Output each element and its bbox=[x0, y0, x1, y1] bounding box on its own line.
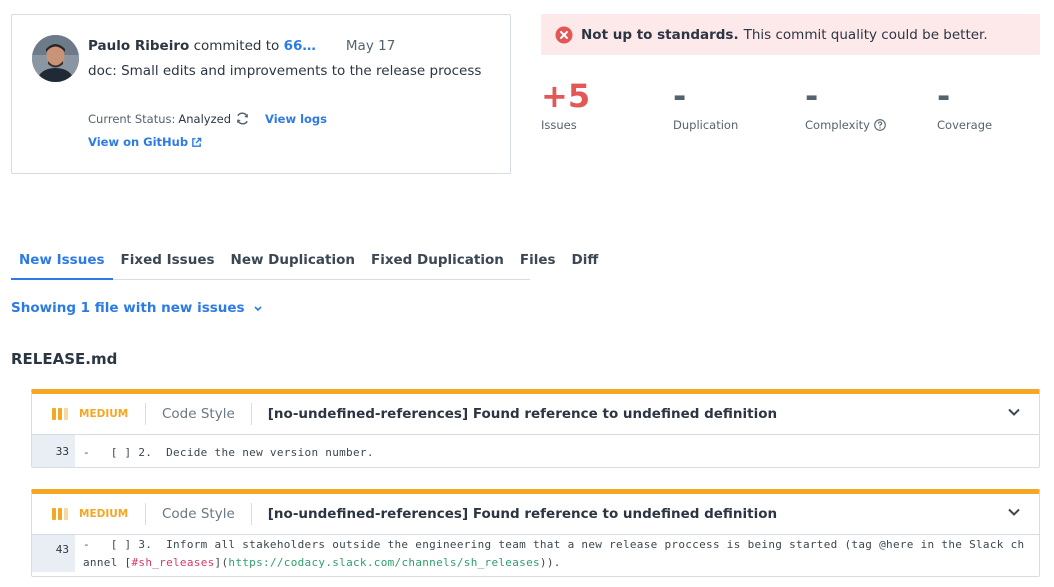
issue-category: Code Style bbox=[162, 406, 235, 422]
metric-duplication-label: Duplication bbox=[673, 118, 739, 132]
chevron-down-icon[interactable] bbox=[1007, 507, 1021, 517]
commit-verb: commited to bbox=[193, 38, 280, 54]
metric-issues-value: +5 bbox=[541, 77, 591, 115]
code-url: https://codacy.slack.com/channels/sh_rel… bbox=[228, 556, 540, 569]
showing-files-dropdown[interactable]: Showing 1 file with new issues bbox=[11, 300, 263, 316]
commit-card: Paulo Ribeiro commited to 663… May 17 do… bbox=[11, 14, 511, 174]
code-snippet: - [ ] 2. Decide the new version number. bbox=[83, 446, 374, 459]
alert-title: Not up to standards. bbox=[581, 26, 739, 43]
metric-complexity-label: Complexity bbox=[805, 118, 870, 132]
metric-coverage-label: Coverage bbox=[937, 118, 993, 132]
commit-header: Paulo Ribeiro commited to 663… May 17 bbox=[88, 37, 395, 55]
issue-header[interactable]: MEDIUM Code Style [no-undefined-referenc… bbox=[32, 494, 1039, 535]
issue-category: Code Style bbox=[162, 506, 235, 522]
metric-duplication-value: - bbox=[673, 77, 687, 115]
line-number: 43 bbox=[32, 535, 75, 572]
commit-sha-link[interactable]: 663… bbox=[284, 37, 324, 55]
view-on-github-link[interactable]: View on GitHub bbox=[88, 135, 202, 149]
code-line: 33 - [ ] 2. Decide the new version numbe… bbox=[32, 435, 1039, 467]
status-label: Current Status: bbox=[88, 111, 176, 126]
line-number: 33 bbox=[32, 435, 75, 467]
metric-issues-label: Issues bbox=[541, 118, 577, 132]
file-name: RELEASE.md bbox=[11, 350, 118, 368]
showing-files-label: Showing 1 file with new issues bbox=[11, 300, 245, 316]
status-value: Analyzed bbox=[178, 111, 231, 126]
severity-medium-icon bbox=[52, 408, 69, 420]
refresh-icon[interactable] bbox=[235, 111, 250, 126]
commit-status: Current Status: Analyzed View logs bbox=[88, 111, 327, 126]
metric-issues[interactable]: +5 Issues bbox=[541, 78, 671, 132]
issue-tabs: New Issues Fixed Issues New Duplication … bbox=[11, 249, 598, 280]
issue-card: MEDIUM Code Style [no-undefined-referenc… bbox=[31, 489, 1040, 577]
view-logs-link[interactable]: View logs bbox=[265, 112, 327, 126]
code-text: )). bbox=[539, 556, 561, 569]
tab-fixed-issues[interactable]: Fixed Issues bbox=[113, 249, 223, 280]
metric-complexity: - Complexity bbox=[805, 78, 935, 132]
tab-diff[interactable]: Diff bbox=[564, 249, 607, 280]
severity-label: MEDIUM bbox=[79, 408, 129, 420]
severity-medium-icon bbox=[52, 508, 69, 520]
error-icon bbox=[555, 26, 573, 43]
metric-coverage-value: - bbox=[937, 77, 951, 115]
help-icon[interactable] bbox=[874, 119, 886, 131]
code-snippet: - [ ] 3. Inform all stakeholders outside… bbox=[75, 535, 1039, 572]
alert-text: This commit quality could be better. bbox=[743, 26, 988, 43]
avatar-image bbox=[32, 35, 79, 82]
code-link-text: #sh_releases bbox=[131, 556, 215, 569]
avatar[interactable] bbox=[32, 35, 79, 82]
metric-coverage: - Coverage bbox=[937, 78, 1054, 132]
issue-header[interactable]: MEDIUM Code Style [no-undefined-referenc… bbox=[32, 394, 1039, 435]
quality-alert: Not up to standards. This commit quality… bbox=[541, 14, 1040, 55]
tab-fixed-duplication[interactable]: Fixed Duplication bbox=[363, 249, 512, 280]
commit-message: doc: Small edits and improvements to the… bbox=[88, 63, 482, 79]
metric-complexity-label-row: Complexity bbox=[805, 118, 935, 132]
commit-author[interactable]: Paulo Ribeiro bbox=[88, 38, 189, 54]
view-on-github-label: View on GitHub bbox=[88, 135, 189, 149]
tab-new-duplication[interactable]: New Duplication bbox=[223, 249, 363, 280]
severity-label: MEDIUM bbox=[79, 508, 129, 520]
commit-date: May 17 bbox=[345, 38, 396, 54]
code-text: ]( bbox=[214, 556, 229, 569]
metric-complexity-value: - bbox=[805, 77, 819, 115]
tab-new-issues[interactable]: New Issues bbox=[11, 249, 113, 280]
chevron-down-icon[interactable] bbox=[1007, 407, 1021, 417]
issue-message: [no-undefined-references] Found referenc… bbox=[267, 406, 778, 422]
tab-files[interactable]: Files bbox=[512, 249, 564, 280]
metric-duplication: - Duplication bbox=[673, 78, 803, 132]
code-line: 43 - [ ] 3. Inform all stakeholders outs… bbox=[32, 535, 1039, 576]
issue-card: MEDIUM Code Style [no-undefined-referenc… bbox=[31, 389, 1040, 468]
external-link-icon bbox=[192, 137, 202, 147]
chevron-down-icon bbox=[254, 305, 262, 311]
issue-message: [no-undefined-references] Found referenc… bbox=[267, 506, 778, 522]
